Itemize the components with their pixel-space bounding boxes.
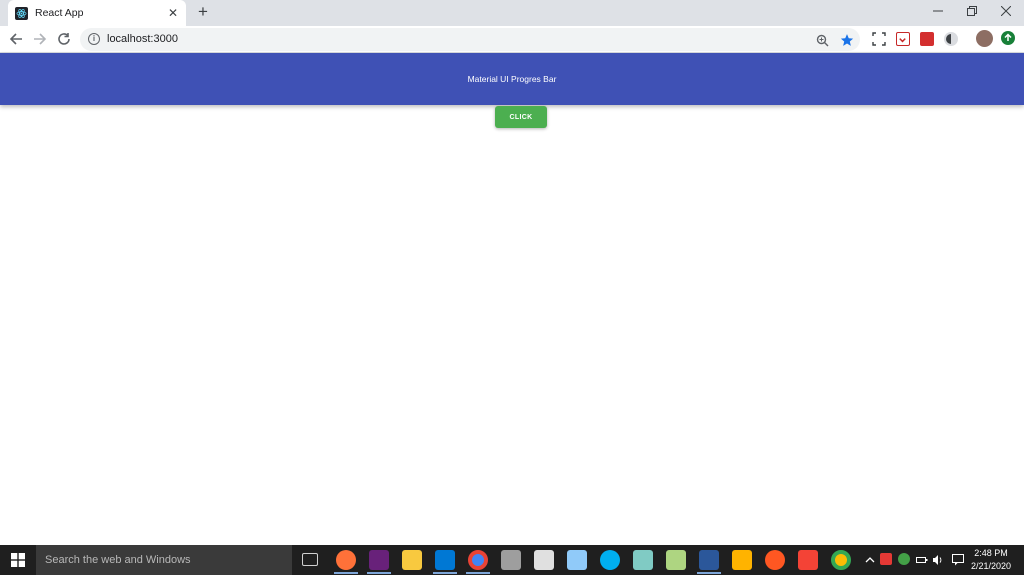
- notepad-icon[interactable]: [666, 550, 686, 570]
- tray-app-icon[interactable]: [880, 553, 892, 565]
- browser-tab[interactable]: React App ✕: [8, 0, 186, 26]
- minimize-button[interactable]: [921, 0, 955, 22]
- new-tab-button[interactable]: +: [194, 3, 212, 21]
- zoom-icon[interactable]: [814, 32, 830, 48]
- taskbar-search-box[interactable]: Search the web and Windows: [36, 545, 292, 575]
- vscode-active-indicator: [433, 572, 457, 574]
- update-icon[interactable]: [1001, 31, 1015, 45]
- red-extension-icon[interactable]: [920, 32, 934, 46]
- battery-icon[interactable]: [916, 553, 928, 565]
- tab-title: React App: [35, 7, 84, 19]
- browser-toolbar: i localhost:3000: [0, 26, 1024, 53]
- postman-icon[interactable]: [765, 550, 785, 570]
- visual-studio-icon[interactable]: [369, 550, 389, 570]
- forward-button[interactable]: [30, 29, 50, 49]
- anydesk-icon[interactable]: [798, 550, 818, 570]
- firefox-active-indicator: [334, 572, 358, 574]
- clock-date: 2/21/2020: [970, 561, 1012, 571]
- tab-close-icon[interactable]: ✕: [166, 6, 180, 20]
- windows-logo-icon: [11, 553, 25, 567]
- screenshot-extension-icon[interactable]: [872, 32, 886, 46]
- address-bar[interactable]: i localhost:3000: [80, 28, 860, 51]
- pocket-extension-icon[interactable]: [896, 32, 910, 46]
- close-window-button[interactable]: [989, 0, 1023, 22]
- skype-icon[interactable]: [600, 550, 620, 570]
- site-info-icon[interactable]: i: [88, 33, 100, 45]
- app-bar: Material UI Progres Bar: [0, 53, 1024, 105]
- firefox-icon[interactable]: [336, 550, 356, 570]
- screen: React App ✕ + i localhost:3000 Material …: [0, 0, 1024, 575]
- start-button[interactable]: [0, 545, 36, 575]
- chrome-icon[interactable]: [468, 550, 488, 570]
- dark-mode-extension-icon[interactable]: [944, 32, 958, 46]
- app-icon-3[interactable]: [732, 550, 752, 570]
- file-explorer-icon[interactable]: [402, 550, 422, 570]
- chrome-active-indicator: [466, 572, 490, 574]
- react-favicon-icon: [15, 6, 28, 20]
- tray-chevron-up-icon[interactable]: [864, 553, 876, 565]
- search-placeholder: Search the web and Windows: [45, 554, 191, 566]
- chrome-alt-icon[interactable]: [831, 550, 851, 570]
- bookmark-star-icon[interactable]: [839, 32, 855, 48]
- tray-shield-icon[interactable]: [898, 553, 910, 565]
- restore-button[interactable]: [955, 0, 989, 22]
- clock-time: 2:48 PM: [974, 548, 1008, 558]
- profile-avatar[interactable]: [976, 30, 993, 47]
- paint-icon[interactable]: [501, 550, 521, 570]
- vs-active-indicator: [367, 572, 391, 574]
- app-icon-1[interactable]: [567, 550, 587, 570]
- task-view-icon[interactable]: [302, 553, 318, 566]
- volume-icon[interactable]: [932, 553, 944, 565]
- vscode-icon[interactable]: [435, 550, 455, 570]
- back-button[interactable]: [6, 29, 26, 49]
- click-button[interactable]: CLICK: [495, 106, 547, 128]
- reload-button[interactable]: [54, 29, 74, 49]
- taskbar-clock[interactable]: 2:48 PM 2/21/2020: [962, 547, 1020, 573]
- snipping-tool-icon[interactable]: [534, 550, 554, 570]
- windows-taskbar: Search the web and Windows 2:48 PM 2/21/…: [0, 545, 1024, 575]
- app-title: Material UI Progres Bar: [467, 74, 557, 84]
- word-active-indicator: [697, 572, 721, 574]
- app-icon-2[interactable]: [633, 550, 653, 570]
- url-text[interactable]: localhost:3000: [107, 33, 178, 45]
- word-icon[interactable]: [699, 550, 719, 570]
- tab-strip: React App ✕ +: [0, 0, 1024, 26]
